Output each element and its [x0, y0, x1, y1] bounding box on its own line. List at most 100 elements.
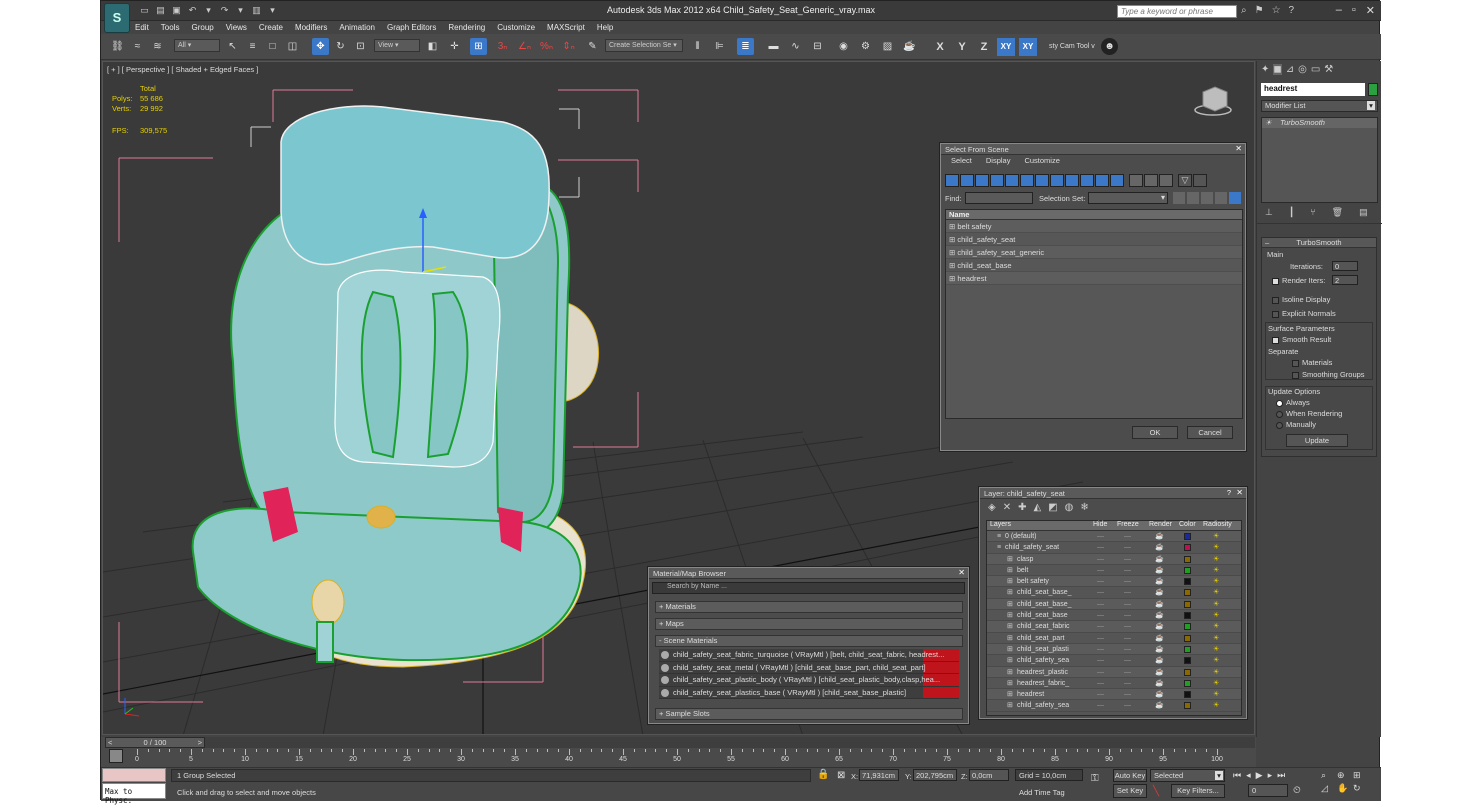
menu-tools[interactable]: Tools	[161, 21, 180, 34]
layer-row[interactable]: ⊞ child_seat_fabric — — ☕ ☀	[987, 621, 1241, 633]
group-maps[interactable]: + Maps	[655, 618, 963, 630]
show-end-result-icon[interactable]: ┃	[1289, 207, 1294, 218]
render-teapot-icon[interactable]: ☕	[1155, 667, 1164, 678]
radiosity-icon[interactable]: ☀	[1213, 531, 1219, 542]
sfs-find-case-icon[interactable]	[1229, 192, 1241, 204]
absolute-mode-icon[interactable]: ⊠	[837, 770, 845, 781]
layer-color-swatch[interactable]	[1184, 578, 1191, 586]
render-iters-row[interactable]: Render Iters:	[1272, 276, 1325, 285]
rotate-icon[interactable]: ↻	[332, 38, 349, 55]
create-tab-icon[interactable]: ✦	[1261, 64, 1269, 75]
ok-button[interactable]: OK	[1132, 426, 1178, 439]
freeze-toggle[interactable]: —	[1124, 655, 1131, 666]
zoom-all-icon[interactable]: ⊕	[1337, 770, 1351, 781]
maxscript-listener-pink[interactable]	[102, 768, 166, 782]
binoculars-icon[interactable]: ⌕	[1241, 5, 1247, 16]
select-by-name-icon[interactable]: ≡	[244, 38, 261, 55]
pan-icon[interactable]: ✋	[1337, 783, 1351, 794]
bind-spacewarp-icon[interactable]: ≋	[149, 38, 166, 55]
time-slider[interactable]: <0 / 100 >	[105, 737, 205, 748]
axis-y-button[interactable]: Y	[953, 38, 971, 56]
layer-color-swatch[interactable]	[1184, 544, 1191, 552]
remove-modifier-icon[interactable]: 🗑	[1332, 207, 1343, 218]
axis-z-button[interactable]: Z	[975, 38, 993, 56]
freeze-toggle[interactable]: —	[1124, 542, 1131, 553]
find-input[interactable]	[965, 192, 1033, 204]
group-scene-materials[interactable]: - Scene Materials	[655, 635, 963, 647]
render-production-icon[interactable]: ☕	[901, 38, 918, 55]
motion-tab-icon[interactable]: ◎	[1298, 64, 1307, 75]
spinner-snap-icon[interactable]: ⇕ₙ	[560, 38, 577, 55]
sfs-sync-icon[interactable]	[1173, 192, 1185, 204]
scene-material-item[interactable]: child_safety_seat_plastics_base ( VRayMt…	[659, 686, 959, 699]
select-object-icon[interactable]: ↖	[224, 38, 241, 55]
lightbulb-icon[interactable]: ☀	[1265, 118, 1272, 127]
previous-frame-icon[interactable]: ◂	[1246, 770, 1251, 781]
render-teapot-icon[interactable]: ☕	[1155, 576, 1164, 587]
key-filters-button[interactable]: Key Filters...	[1171, 784, 1225, 798]
radiosity-icon[interactable]: ☀	[1213, 576, 1219, 587]
sfs-select-dependents-icon[interactable]	[1187, 192, 1199, 204]
scene-material-item[interactable]: child_safety_seat_fabric_turquoise ( VRa…	[659, 649, 959, 662]
material-search-input[interactable]: Search by Name ...	[652, 582, 965, 594]
layer-row[interactable]: ⊞ child_seat_plasti — — ☕ ☀	[987, 643, 1241, 656]
close-icon[interactable]: ✕	[958, 568, 965, 577]
object-color-swatch[interactable]	[1368, 83, 1378, 96]
maxscript-mini-listener[interactable]: Max to Physc.	[102, 783, 166, 805]
hide-toggle[interactable]: —	[1097, 587, 1104, 598]
hide-toggle[interactable]: —	[1097, 633, 1104, 644]
isoline-display-checkbox[interactable]: Isoline Display	[1272, 295, 1330, 304]
auto-key-button[interactable]: Auto Key	[1113, 769, 1147, 782]
layer-row[interactable]: ⊞ belt — — ☕ ☀	[987, 564, 1241, 577]
xrefs-filter-icon[interactable]	[1050, 174, 1064, 187]
selection-set-dropdown[interactable]: ▾	[1088, 192, 1168, 204]
modifier-list-dropdown[interactable]: Modifier List ▾	[1261, 100, 1378, 112]
z-coordinate-field[interactable]: 0,0cm	[969, 769, 1009, 781]
set-key-button[interactable]: Set Key	[1113, 784, 1147, 798]
smoothing-groups-checkbox[interactable]: Smoothing Groups	[1292, 370, 1365, 379]
scale-icon[interactable]: ⊡	[352, 38, 369, 55]
camtool-icon[interactable]: ☻	[1101, 38, 1118, 55]
layer-row[interactable]: ⊞ child_seat_base_ — — ☕ ☀	[987, 587, 1241, 599]
radiosity-icon[interactable]: ☀	[1213, 633, 1219, 644]
render-teapot-icon[interactable]: ☕	[1155, 565, 1164, 576]
scene-object-item[interactable]: ⊞ child_safety_seat	[946, 233, 1242, 246]
menu-animation[interactable]: Animation	[339, 21, 375, 34]
curve-editor-icon[interactable]: ∿	[787, 38, 804, 55]
render-teapot-icon[interactable]: ☕	[1155, 599, 1164, 610]
modify-tab-icon[interactable]: ◼	[1273, 64, 1282, 75]
schematic-view-icon[interactable]: ⊟	[809, 38, 826, 55]
layer-row[interactable]: ⊞ child_seat_base — — ☕ ☀	[987, 610, 1241, 622]
freeze-toggle[interactable]: —	[1124, 700, 1131, 711]
play-icon[interactable]: ▶	[1256, 770, 1263, 781]
sfs-menu-display[interactable]: Display	[986, 156, 1011, 166]
layer-color-swatch[interactable]	[1184, 657, 1191, 665]
freeze-toggle[interactable]: —	[1124, 633, 1131, 644]
keyboard-shortcut-toggle-icon[interactable]: ⊞	[470, 38, 487, 55]
y-coordinate-field[interactable]: 202,795cm	[913, 769, 957, 781]
selection-filter-dropdown[interactable]: All ▾	[174, 39, 220, 52]
radiosity-icon[interactable]: ☀	[1213, 554, 1219, 565]
rollout-title[interactable]: – TurboSmooth	[1262, 238, 1376, 248]
column-name-header[interactable]: Name	[946, 210, 1242, 220]
freeze-toggle[interactable]: —	[1124, 576, 1131, 587]
viewport-label[interactable]: [ + ] [ Perspective ] [ Shaded + Edged F…	[107, 65, 258, 74]
layer-color-swatch[interactable]	[1184, 634, 1191, 642]
next-frame-icon[interactable]: ▸	[1268, 770, 1273, 781]
zoom-icon[interactable]: ⌕	[1321, 770, 1335, 781]
set-key-filter-icon[interactable]: ╲	[1153, 786, 1159, 797]
radiosity-icon[interactable]: ☀	[1213, 542, 1219, 553]
scene-object-item[interactable]: ⊞ belt safety	[946, 220, 1242, 233]
layer-row[interactable]: ⊞ child_seat_base_ — — ☕ ☀	[987, 598, 1241, 611]
axis-x-button[interactable]: X	[931, 38, 949, 56]
freeze-toggle[interactable]: —	[1124, 531, 1131, 542]
radiosity-icon[interactable]: ☀	[1213, 678, 1219, 689]
rect-selection-icon[interactable]: □	[264, 38, 281, 55]
column-freeze[interactable]: Freeze	[1117, 521, 1139, 528]
create-layer-icon[interactable]: ◈	[988, 502, 996, 513]
funnel-icon[interactable]: ▽	[1178, 174, 1192, 187]
layer-row[interactable]: ≡ 0 (default) — — ☕ ☀	[987, 531, 1241, 543]
time-config-icon[interactable]: ⏲	[1293, 785, 1301, 796]
hide-toggle[interactable]: —	[1097, 667, 1104, 678]
menu-views[interactable]: Views	[226, 21, 247, 34]
